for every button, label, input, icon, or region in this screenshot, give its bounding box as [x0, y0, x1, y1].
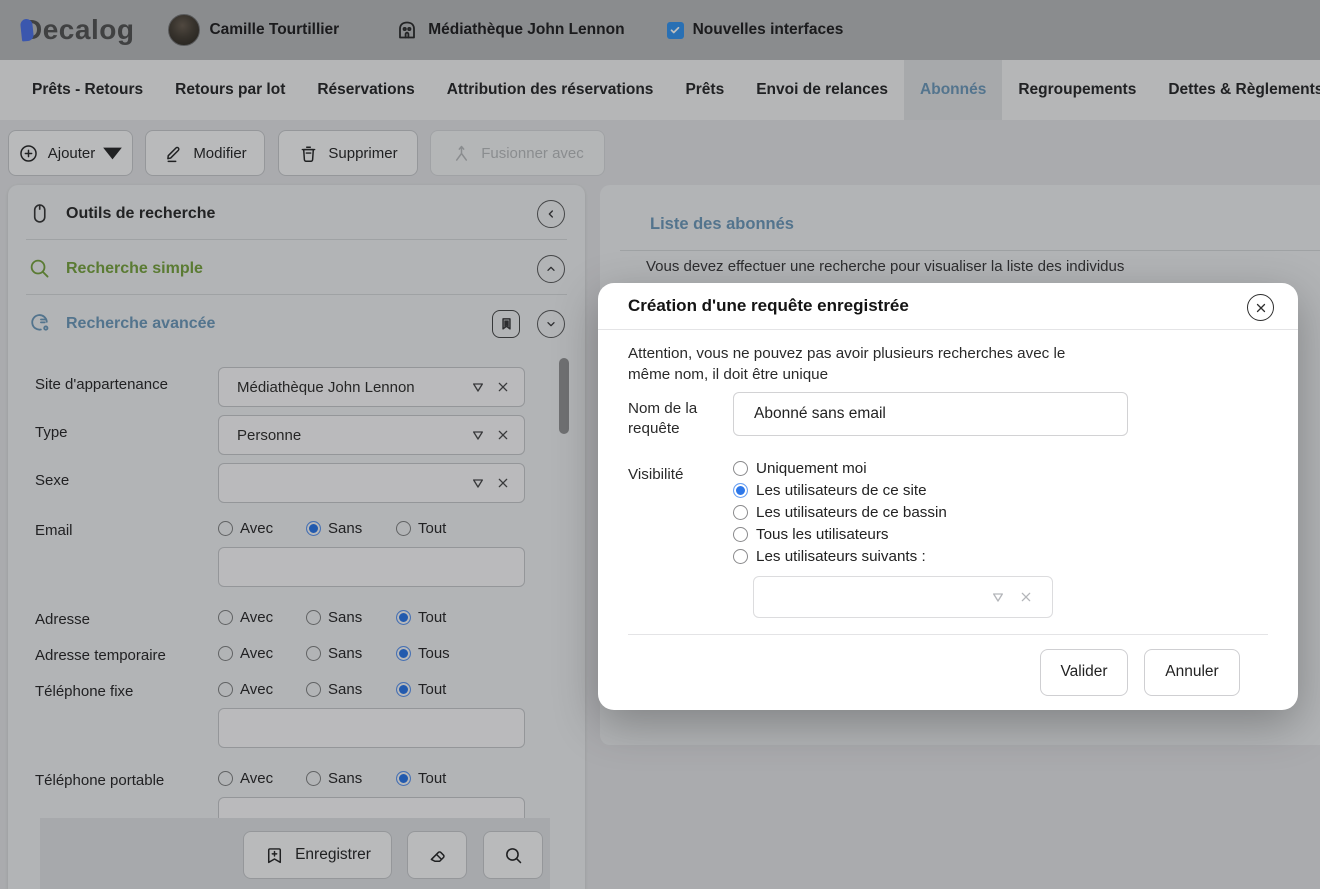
modal-close-button[interactable]: [1247, 294, 1274, 321]
radio-icon: [733, 483, 748, 499]
visibility-option-label: Les utilisateurs suivants :: [756, 548, 926, 566]
dropdown-triangle-icon[interactable]: [990, 589, 1006, 605]
visibility-options: Uniquement moi Les utilisateurs de ce si…: [733, 458, 1053, 568]
visibility-radio-option[interactable]: Tous les utilisateurs: [733, 524, 1053, 546]
validate-button[interactable]: Valider: [1040, 648, 1128, 696]
create-saved-query-modal: Création d'une requête enregistrée Atten…: [598, 283, 1298, 710]
radio-icon: [733, 549, 748, 565]
visibility-radio-option[interactable]: Les utilisateurs de ce site: [733, 480, 1053, 502]
visibility-radio-option[interactable]: Les utilisateurs de ce bassin: [733, 502, 1053, 524]
visibility-radio-option[interactable]: Uniquement moi: [733, 458, 1053, 480]
app: Decalog Camille Tourtillier Médiathèque …: [0, 0, 1320, 889]
visibility-option-label: Tous les utilisateurs: [756, 526, 889, 544]
query-name-input[interactable]: [733, 391, 1128, 436]
visibility-option-label: Les utilisateurs de ce site: [756, 482, 927, 500]
radio-icon: [733, 461, 748, 477]
query-name-label: Nom de la requête: [628, 399, 698, 438]
users-select[interactable]: [753, 575, 1053, 618]
clear-x-icon[interactable]: [1018, 589, 1034, 605]
modal-title: Création d'une requête enregistrée: [628, 296, 909, 315]
close-icon: [1256, 303, 1265, 312]
visibility-option-label: Les utilisateurs de ce bassin: [756, 504, 947, 522]
visibility-label: Visibilité: [628, 465, 684, 483]
visibility-option-label: Uniquement moi: [756, 460, 867, 478]
radio-icon: [733, 527, 748, 543]
unique-name-warning: Attention, vous ne pouvez pas avoir plus…: [628, 345, 1066, 383]
visibility-radio-option[interactable]: Les utilisateurs suivants :: [733, 546, 1053, 568]
cancel-button[interactable]: Annuler: [1144, 648, 1240, 696]
radio-icon: [733, 505, 748, 521]
